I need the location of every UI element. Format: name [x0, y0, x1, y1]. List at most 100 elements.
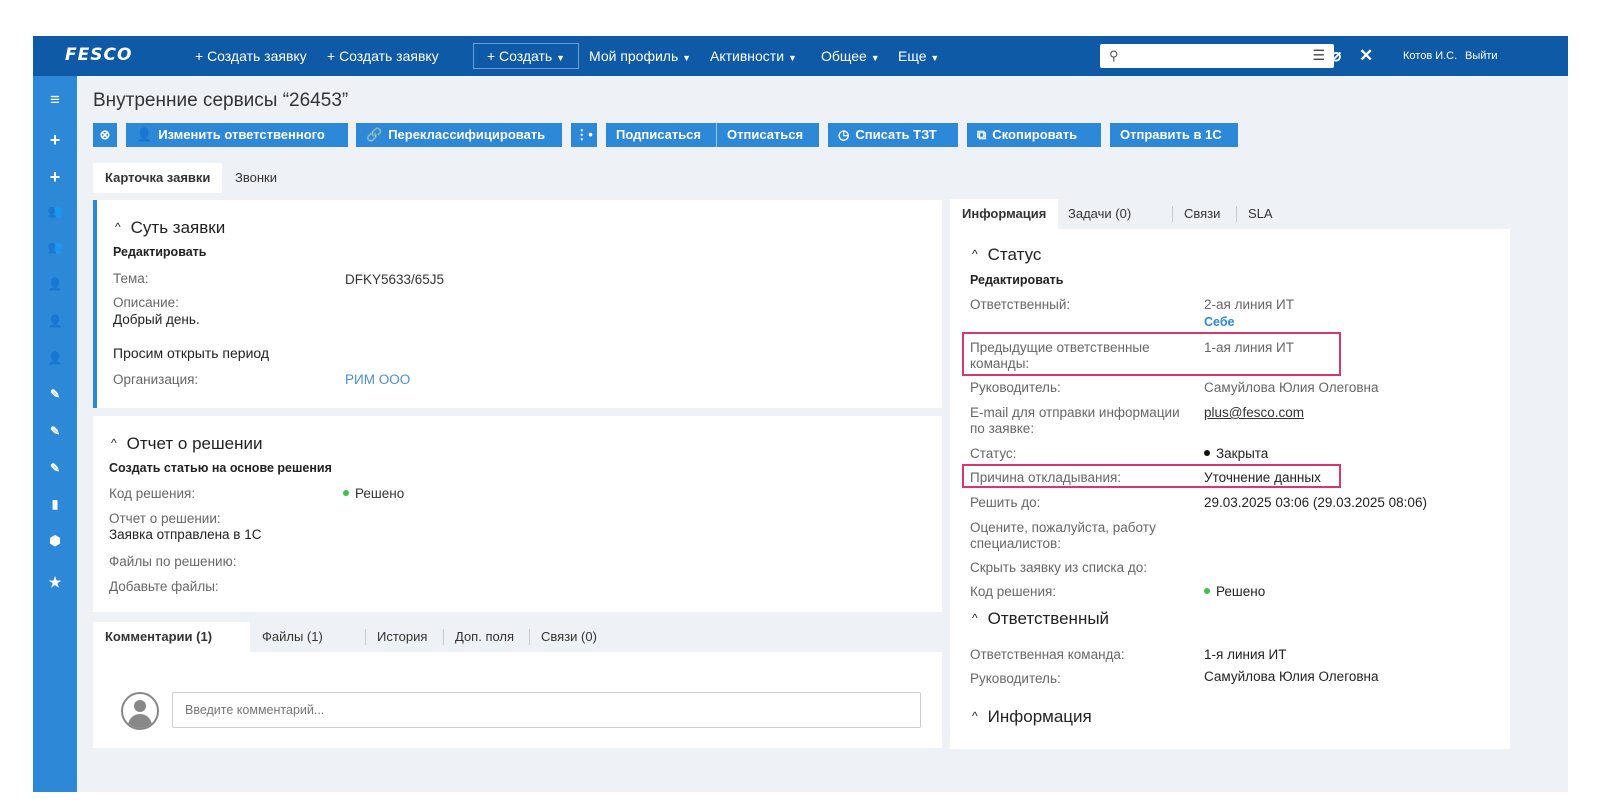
subscribe-button[interactable]: Подписаться — [606, 123, 716, 147]
user-add-icon[interactable]: 👤 — [33, 314, 77, 328]
information-panel: ^ Статус Редактировать Ответственный: 2-а… — [950, 229, 1510, 749]
status-section-title[interactable]: ^ Статус — [972, 245, 1041, 265]
description-text: Просим открыть период — [113, 345, 270, 361]
search-icon: ⚲ — [1109, 48, 1119, 63]
rating-label: Оцените, пожалуйста, работу — [970, 520, 1156, 535]
status-label: Статус: — [970, 446, 1017, 461]
reclassify-label: Переклассифицировать — [388, 127, 546, 142]
tab-history[interactable]: История — [365, 622, 439, 652]
search-input[interactable]: ⚲ ☰ — [1100, 44, 1334, 68]
clock-icon: ◷ — [838, 127, 850, 142]
workflow-button[interactable]: ⋮• — [571, 123, 597, 147]
change-owner-label: Изменить ответственного — [158, 127, 325, 142]
responsible-team-value: 1-я линия ИТ — [1204, 647, 1287, 662]
app-window: FESCO + Создать заявку + Создать заявку … — [33, 36, 1568, 792]
status-dot-icon — [1204, 588, 1210, 595]
chevron-up-icon: ^ — [115, 220, 121, 234]
logout-link[interactable]: Выйти — [1465, 36, 1498, 76]
solution-code-value: Решено — [343, 486, 404, 501]
tab-sla[interactable]: SLA — [1236, 199, 1285, 229]
menu-activities[interactable]: Активности ▼ — [710, 36, 797, 76]
close-button[interactable]: ⊗ — [93, 123, 117, 147]
status-edit-link[interactable]: Редактировать — [970, 273, 1063, 287]
solution-report-label: Отчет о решении: — [109, 511, 221, 526]
chevron-down-icon: ▼ — [787, 53, 797, 63]
settings-off-icon[interactable]: ⌀ — [1331, 36, 1341, 76]
tools-icon[interactable]: ✕ — [1359, 36, 1373, 76]
status-dot-icon — [343, 490, 349, 497]
solution-code-text: Решено — [355, 486, 405, 501]
solution-files-label: Файлы по решению: — [109, 554, 237, 569]
tab-files[interactable]: Файлы (1) — [250, 622, 335, 652]
menu-general[interactable]: Общее ▼ — [821, 36, 880, 76]
menu-icon[interactable]: ≡ — [33, 90, 77, 110]
status-value: Закрыта — [1204, 446, 1268, 461]
essence-title-text: Суть заявки — [130, 218, 226, 237]
chevron-down-icon: ▼ — [930, 53, 940, 63]
solution-section-title[interactable]: ^ Отчет о решении — [111, 434, 262, 454]
solution-report-panel: ^ Отчет о решении Создать статью на основ… — [93, 416, 942, 612]
reclassify-button[interactable]: 🔗 Переклассифицировать — [356, 123, 562, 147]
plus-icon[interactable]: + — [33, 130, 77, 151]
comment-input[interactable] — [172, 692, 921, 728]
edit-document-icon[interactable]: ✎ — [33, 424, 77, 438]
info-section-title[interactable]: ^ Информация — [972, 707, 1092, 727]
menu-activities-label: Активности — [710, 48, 785, 64]
create-dropdown-button[interactable]: + Создать ▼ — [473, 43, 579, 69]
assign-self-link[interactable]: Себе — [1204, 315, 1235, 329]
unsubscribe-button[interactable]: Отписаться — [717, 123, 819, 147]
tab-information[interactable]: Информация — [950, 199, 1059, 229]
tab-tasks[interactable]: Задачи (0) — [1056, 199, 1143, 229]
avatar-body-icon — [128, 714, 152, 728]
description-value: Добрый день. — [113, 312, 200, 327]
create-request-link-1[interactable]: + Создать заявку — [195, 36, 307, 76]
change-owner-button[interactable]: 👤 Изменить ответственного — [126, 123, 348, 147]
star-icon[interactable]: ★ — [33, 574, 77, 591]
essence-section-title[interactable]: ^ Суть заявки — [115, 218, 225, 238]
resolution-code-value: Решено — [1204, 584, 1265, 599]
responsible-section-title[interactable]: ^ Ответственный — [972, 609, 1109, 629]
filter-icon[interactable]: ☰ — [1312, 47, 1325, 64]
tab-extra-fields[interactable]: Доп. поля — [443, 622, 526, 652]
menu-more[interactable]: Еще ▼ — [898, 36, 939, 76]
organization-value[interactable]: РИМ ООО — [345, 372, 410, 387]
description-label: Описание: — [113, 295, 179, 310]
write-off-button[interactable]: ◷ Списать ТЗТ — [828, 123, 958, 147]
due-label: Решить до: — [970, 495, 1041, 510]
edit-document-icon[interactable]: ✎ — [33, 387, 77, 401]
create-article-link[interactable]: Создать статью на основе решения — [109, 461, 332, 475]
chevron-down-icon: ▼ — [556, 53, 566, 63]
team-icon[interactable]: 👥 — [33, 240, 77, 254]
user-icon: 👤 — [136, 127, 153, 142]
gear-icon[interactable]: ⬢ — [33, 533, 77, 549]
chevron-down-icon: ▼ — [682, 53, 692, 63]
hide-until-label: Скрыть заявку из списка до: — [970, 560, 1148, 575]
user-add-icon[interactable]: 👤 — [33, 277, 77, 291]
tab-comments[interactable]: Комментарии (1) — [93, 622, 250, 652]
chevron-up-icon: ^ — [972, 709, 978, 723]
page-title: Внутренние сервисы “26453” — [93, 90, 349, 111]
tab-links[interactable]: Связи (0) — [529, 622, 609, 652]
request-essence-panel: ^ Суть заявки Редактировать Тема: DFKY563… — [93, 200, 942, 408]
tab-relations[interactable]: Связи — [1172, 199, 1232, 229]
users-icon[interactable]: 👥 — [33, 204, 77, 218]
copy-button[interactable]: ⧉ Скопировать — [967, 123, 1101, 147]
tab-calls[interactable]: Звонки — [223, 163, 289, 193]
create-dropdown-label: + Создать — [486, 48, 553, 64]
tab-request-card[interactable]: Карточка заявки — [93, 163, 223, 193]
create-request-link-2[interactable]: + Создать заявку — [327, 36, 439, 76]
plus-icon[interactable]: + — [33, 167, 77, 188]
edit-link[interactable]: Редактировать — [113, 245, 206, 259]
edit-document-icon[interactable]: ✎ — [33, 461, 77, 475]
add-files-label[interactable]: Добавьте файлы: — [109, 579, 219, 594]
current-user[interactable]: Котов И.С. — [1403, 36, 1457, 76]
send-1c-button[interactable]: Отправить в 1С — [1110, 123, 1238, 147]
chevron-up-icon: ^ — [972, 247, 978, 261]
user-add-icon[interactable]: 👤 — [33, 351, 77, 365]
menu-my-profile[interactable]: Мой профиль ▼ — [589, 36, 691, 76]
chart-icon[interactable]: ▮ — [33, 497, 77, 511]
write-off-label: Списать ТЗТ — [855, 127, 937, 142]
email-link[interactable]: plus@fesco.com — [1204, 405, 1304, 420]
chevron-up-icon: ^ — [111, 436, 117, 450]
fesco-logo[interactable]: FESCO — [65, 45, 132, 65]
